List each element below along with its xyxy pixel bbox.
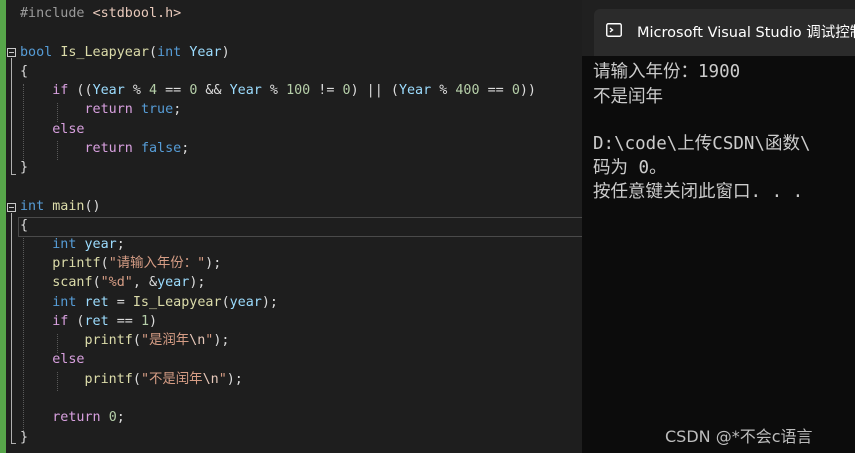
console-output-line: 请输入年份：1900 <box>593 62 741 82</box>
include-header: <stdbool.h> <box>92 6 182 21</box>
code-line-declare-ret[interactable]: int ret = Is_Leapyear(year); <box>20 293 278 312</box>
collapse-region-icon[interactable] <box>7 203 16 212</box>
debug-console-window[interactable]: Microsoft Visual Studio 调试控制台 请输入年份：1900… <box>582 0 855 453</box>
console-output-line: 按任意键关闭此窗口. . . <box>593 182 804 202</box>
code-line-open-brace[interactable]: { <box>20 62 28 81</box>
console-output-line: 不是闰年 <box>593 87 663 107</box>
code-line-return-0[interactable]: return 0; <box>20 408 125 427</box>
code-line-if-ret[interactable]: if (ret == 1) <box>20 312 157 331</box>
code-line-scanf[interactable]: scanf("%d", &year); <box>20 273 205 292</box>
code-line-declare-year[interactable]: int year; <box>20 235 125 254</box>
code-line-main-signature[interactable]: int main() <box>20 197 101 216</box>
console-output-line: D:\code\上传CSDN\函数\ <box>593 134 811 154</box>
watermark: CSDN @*不会c语言 <box>665 427 813 446</box>
code-line-if-condition[interactable]: if ((Year % 4 == 0 && Year % 100 != 0) |… <box>20 81 536 100</box>
fold-guide <box>11 58 12 174</box>
console-tab-title: Microsoft Visual Studio 调试控制台 <box>637 25 855 41</box>
code-line-fn-signature[interactable]: bool Is_Leapyear(int Year) <box>20 43 230 62</box>
current-line-highlight <box>18 217 582 237</box>
code-line-else-main[interactable]: else <box>20 350 84 369</box>
console-titlebar: Microsoft Visual Studio 调试控制台 <box>582 0 855 56</box>
preprocessor-directive: #include <box>20 6 85 21</box>
code-line-close-brace[interactable]: } <box>20 158 28 177</box>
code-line-include[interactable]: #include <stdbool.h> <box>20 4 181 23</box>
terminal-icon <box>606 23 622 37</box>
code-line-else[interactable]: else <box>20 120 84 139</box>
code-editor[interactable]: #include <stdbool.h> bool Is_Leapyear(in… <box>0 0 582 453</box>
fold-guide <box>11 213 12 443</box>
console-tab[interactable]: Microsoft Visual Studio 调试控制台 <box>594 9 855 56</box>
code-line-main-open-brace[interactable]: { <box>20 216 28 235</box>
change-tracking-bar <box>0 0 6 453</box>
collapse-region-icon[interactable] <box>7 48 16 57</box>
code-line-return-false[interactable]: return false; <box>20 139 190 158</box>
fold-guide-end <box>11 174 16 175</box>
console-output-line: 码为 0。 <box>593 158 667 178</box>
code-line-return-true[interactable]: return true; <box>20 100 182 119</box>
fold-guide-end <box>11 443 16 444</box>
code-line-printf-is-leap[interactable]: printf("是润年\n"); <box>20 331 230 350</box>
code-line-main-close-brace[interactable]: } <box>20 428 28 447</box>
code-line-printf-prompt[interactable]: printf("请输入年份："); <box>20 254 221 273</box>
code-line-printf-not-leap[interactable]: printf("不是闰年\n"); <box>20 370 243 389</box>
